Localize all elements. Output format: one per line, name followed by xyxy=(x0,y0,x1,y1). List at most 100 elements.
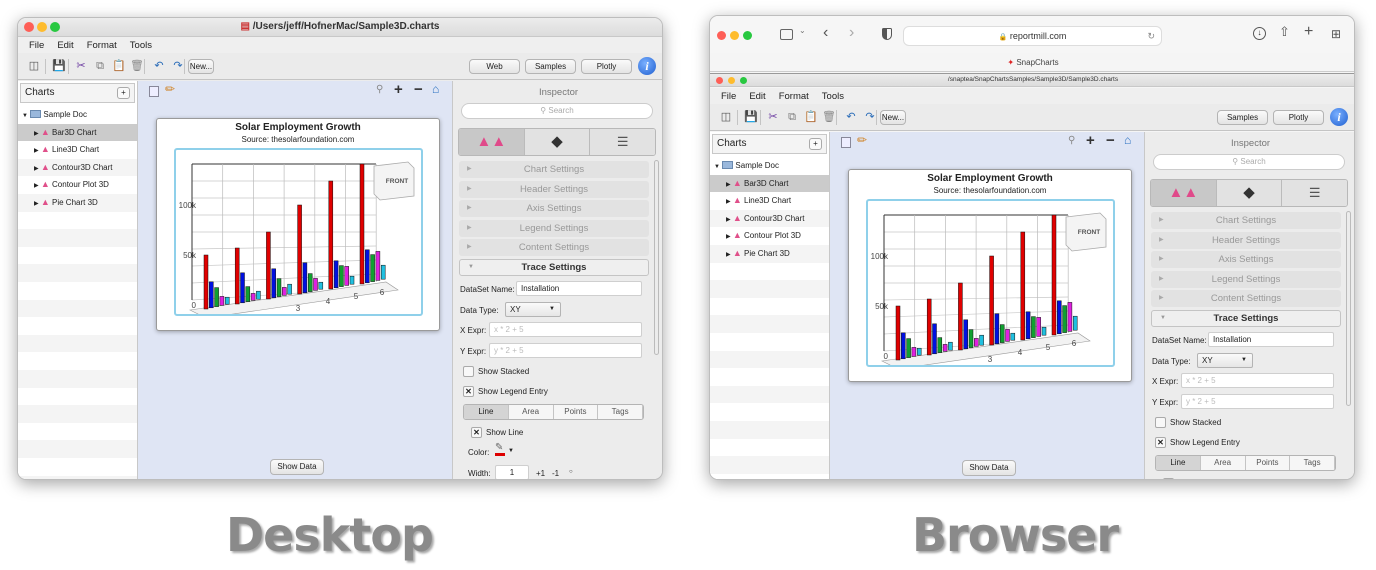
search-icon[interactable]: ⚲ xyxy=(376,84,383,95)
disclosure-open-icon[interactable]: ▼ xyxy=(22,113,28,119)
sidebar-icon[interactable]: ◫ xyxy=(720,111,732,123)
tree-item[interactable]: ▶ ▲ Contour Plot 3D xyxy=(18,176,137,194)
section-content-settings[interactable]: ▶ Content Settings xyxy=(459,239,649,257)
browser-tab[interactable]: ✦ SnapCharts xyxy=(710,53,1354,72)
y-expr-input[interactable]: y * 2 + 5 xyxy=(1181,394,1334,409)
width-decrement-button[interactable]: -1 xyxy=(552,469,559,478)
trace-tab-tags[interactable]: Tags xyxy=(598,405,643,419)
minimize-button[interactable] xyxy=(37,22,47,32)
web-button[interactable]: Web xyxy=(469,59,520,74)
tree-item[interactable]: ▶ ▲ Contour Plot 3D xyxy=(710,227,829,245)
y-expr-input[interactable]: y * 2 + 5 xyxy=(489,343,642,358)
disclosure-open-icon[interactable]: ▼ xyxy=(714,164,720,170)
new-button[interactable]: New... xyxy=(188,59,214,74)
trace-tab-area[interactable]: Area xyxy=(509,405,554,419)
section-axis-settings[interactable]: ▶ Axis Settings xyxy=(1151,251,1341,269)
show-line-checkbox[interactable]: ✕ xyxy=(471,427,482,438)
x-expr-input[interactable]: x * 2 + 5 xyxy=(1181,373,1334,388)
address-bar[interactable]: 🔒 reportmill.com ↻ xyxy=(903,26,1162,46)
save-icon[interactable]: 💾 xyxy=(744,111,758,123)
menu-file[interactable]: File xyxy=(721,91,736,102)
home-icon[interactable]: ⌂ xyxy=(432,82,439,96)
inspector-search-input[interactable]: ⚲ Search xyxy=(461,103,653,119)
color-picker-icon[interactable]: ✎ xyxy=(495,442,505,456)
inspector-scrollbar[interactable] xyxy=(654,160,659,355)
select-tool-icon[interactable] xyxy=(149,86,159,97)
chart-tab-icon[interactable]: ▲▲ xyxy=(1151,180,1216,206)
x-expr-input[interactable]: x * 2 + 5 xyxy=(489,322,642,337)
redo-icon[interactable]: ↷ xyxy=(172,60,184,72)
menu-tools[interactable]: Tools xyxy=(130,40,152,51)
menu-tools[interactable]: Tools xyxy=(822,91,844,102)
tree-item-root[interactable]: ▼ Sample Doc xyxy=(710,157,829,175)
back-icon[interactable]: ‹ xyxy=(823,24,828,42)
minimize-button[interactable] xyxy=(730,31,739,40)
tree-item[interactable]: ▶ ▲ Pie Chart 3D xyxy=(18,194,137,212)
reload-icon[interactable]: ↻ xyxy=(1147,27,1155,45)
tree-item[interactable]: ▶ ▲ Line3D Chart xyxy=(18,141,137,159)
cut-icon[interactable]: ✂ xyxy=(767,111,779,123)
color-dropdown-icon[interactable]: ▼ xyxy=(508,448,514,454)
tree-item[interactable]: ▶ ▲ Contour3D Chart xyxy=(710,210,829,228)
trace-tab-tags[interactable]: Tags xyxy=(1290,456,1335,470)
show-data-button[interactable]: Show Data xyxy=(270,459,324,475)
trace-tab-area[interactable]: Area xyxy=(1201,456,1246,470)
menu-file[interactable]: File xyxy=(29,40,44,51)
list-tab-icon[interactable]: ☰ xyxy=(589,129,655,155)
info-icon[interactable]: i xyxy=(1330,108,1348,126)
tree-item[interactable]: ▶ ▲ Bar3D Chart xyxy=(710,174,829,193)
zoom-out-icon[interactable]: − xyxy=(1106,132,1115,149)
chart-card[interactable]: Solar Employment Growth Source: thesolarf… xyxy=(156,118,440,331)
shield-icon[interactable] xyxy=(882,28,892,40)
tree-item[interactable]: ▶ ▲ Line3D Chart xyxy=(710,192,829,210)
section-header-settings[interactable]: ▶ Header Settings xyxy=(1151,231,1341,249)
trace-tab-points[interactable]: Points xyxy=(1246,456,1291,470)
samples-button[interactable]: Samples xyxy=(525,59,576,74)
width-reset-button[interactable]: ○ xyxy=(569,469,573,475)
disclosure-closed-icon[interactable]: ▶ xyxy=(34,201,39,207)
show-legend-entry-checkbox[interactable]: ✕ xyxy=(1155,437,1166,448)
show-stacked-checkbox[interactable] xyxy=(463,366,474,377)
section-trace-settings[interactable]: ▼ Trace Settings xyxy=(459,259,649,276)
copy-icon[interactable]: ⧉ xyxy=(94,60,106,72)
data-type-select[interactable]: XY ▼ xyxy=(1197,353,1253,368)
disclosure-closed-icon[interactable]: ▶ xyxy=(34,183,39,189)
delete-icon[interactable]: 🗑 xyxy=(822,111,836,123)
width-input[interactable]: 1 xyxy=(495,465,529,479)
trace-tab-line[interactable]: Line xyxy=(1156,456,1201,470)
disclosure-closed-icon[interactable]: ▶ xyxy=(726,199,731,205)
inspector-search-input[interactable]: ⚲ Search xyxy=(1153,154,1345,170)
sidebar-icon[interactable]: ◫ xyxy=(28,60,40,72)
download-icon[interactable]: ↓ xyxy=(1253,27,1266,40)
trace-tab-line[interactable]: Line xyxy=(464,405,509,419)
select-tool-icon[interactable] xyxy=(841,137,851,148)
chart-card[interactable]: Solar Employment Growth Source: thesolarf… xyxy=(848,169,1132,382)
redo-icon[interactable]: ↷ xyxy=(864,111,876,123)
tree-item[interactable]: ▶ ▲ Pie Chart 3D xyxy=(710,245,829,263)
pencil-icon[interactable]: ✏ xyxy=(165,82,175,96)
copy-icon[interactable]: ⧉ xyxy=(786,111,798,123)
paint-bucket-tab-icon[interactable]: ◆ xyxy=(523,129,590,155)
plot-area[interactable]: 0 50k 100k 3 4 5 6 FRONT xyxy=(174,148,423,316)
show-line-checkbox[interactable]: ✕ xyxy=(1163,478,1174,479)
zoom-button[interactable] xyxy=(743,31,752,40)
trace-tab-points[interactable]: Points xyxy=(554,405,599,419)
plot-area[interactable]: 0 50k 100k 3 4 5 6 FRONT xyxy=(866,199,1115,367)
close-button[interactable] xyxy=(716,77,723,84)
plotly-button[interactable]: Plotly xyxy=(581,59,632,74)
undo-icon[interactable]: ↶ xyxy=(845,111,857,123)
close-button[interactable] xyxy=(717,31,726,40)
cut-icon[interactable]: ✂ xyxy=(75,60,87,72)
list-tab-icon[interactable]: ☰ xyxy=(1281,180,1347,206)
add-chart-button[interactable]: + xyxy=(117,87,130,99)
disclosure-closed-icon[interactable]: ▶ xyxy=(34,131,39,137)
zoom-button[interactable] xyxy=(50,22,60,32)
close-button[interactable] xyxy=(24,22,34,32)
home-icon[interactable]: ⌂ xyxy=(1124,133,1131,147)
dataset-name-input[interactable]: Installation xyxy=(1208,332,1334,347)
disclosure-closed-icon[interactable]: ▶ xyxy=(726,234,731,240)
section-legend-settings[interactable]: ▶ Legend Settings xyxy=(1151,270,1341,288)
search-icon[interactable]: ⚲ xyxy=(1068,135,1075,146)
new-tab-icon[interactable]: + xyxy=(1304,23,1313,41)
show-stacked-checkbox[interactable] xyxy=(1155,417,1166,428)
